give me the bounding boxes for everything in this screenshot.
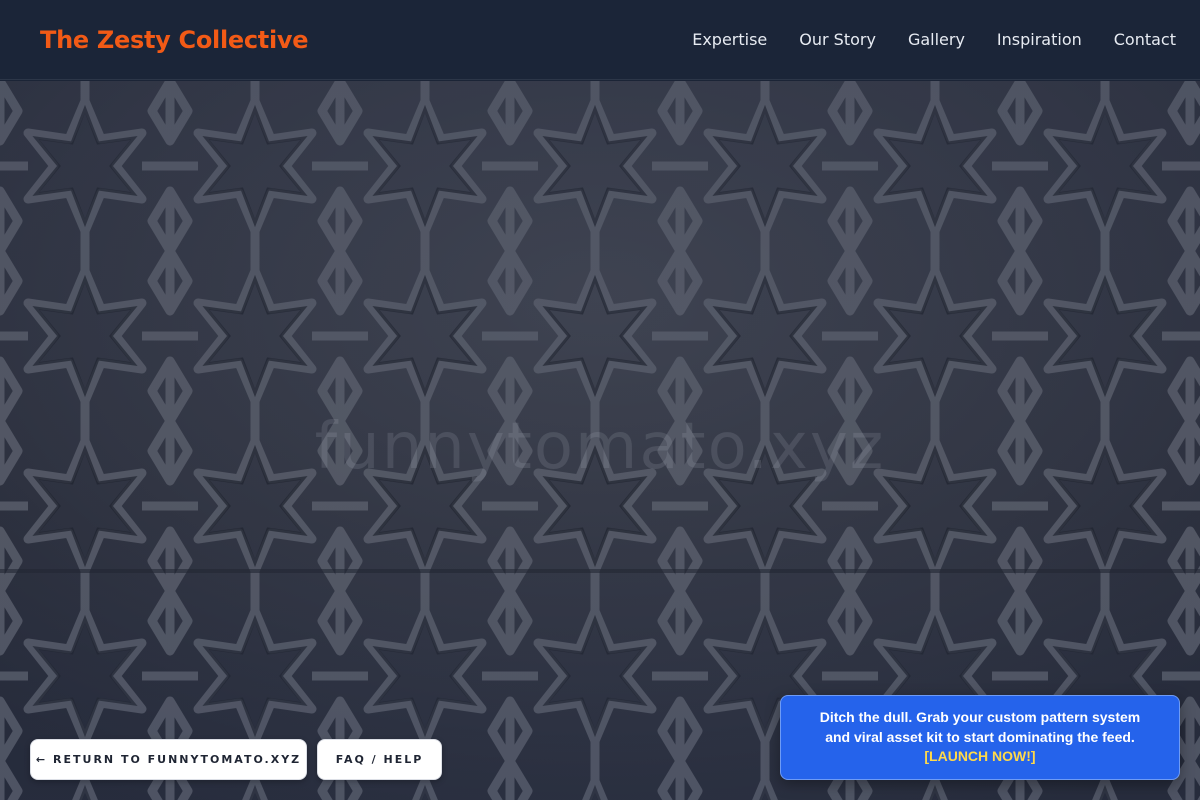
faq-help-label: FAQ / HELP bbox=[335, 753, 424, 766]
faq-help-button[interactable]: FAQ / HELP bbox=[317, 739, 442, 780]
nav-item-inspiration[interactable]: Inspiration bbox=[997, 30, 1082, 49]
left-arrow-icon: ← bbox=[35, 753, 46, 766]
nav-item-contact[interactable]: Contact bbox=[1114, 30, 1176, 49]
main-nav: Expertise Our Story Gallery Inspiration … bbox=[692, 30, 1176, 49]
nav-item-our-story[interactable]: Our Story bbox=[799, 30, 876, 49]
site-header: The Zesty Collective Expertise Our Story… bbox=[0, 0, 1200, 80]
nav-item-gallery[interactable]: Gallery bbox=[908, 30, 965, 49]
promo-cta-box: Ditch the dull. Grab your custom pattern… bbox=[780, 695, 1180, 780]
cta-text: Ditch the dull. Grab your custom pattern… bbox=[819, 709, 1141, 745]
brand-logo-link[interactable]: The Zesty Collective bbox=[40, 26, 309, 54]
nav-item-expertise[interactable]: Expertise bbox=[692, 30, 767, 49]
return-button[interactable]: ← RETURN TO FUNNYTOMATO.XYZ bbox=[30, 739, 307, 780]
watermark-text: funnytomato.xyz bbox=[314, 410, 886, 484]
launch-now-link[interactable]: [LAUNCH NOW!] bbox=[811, 747, 1149, 767]
return-button-label: RETURN TO FUNNYTOMATO.XYZ bbox=[53, 753, 302, 766]
